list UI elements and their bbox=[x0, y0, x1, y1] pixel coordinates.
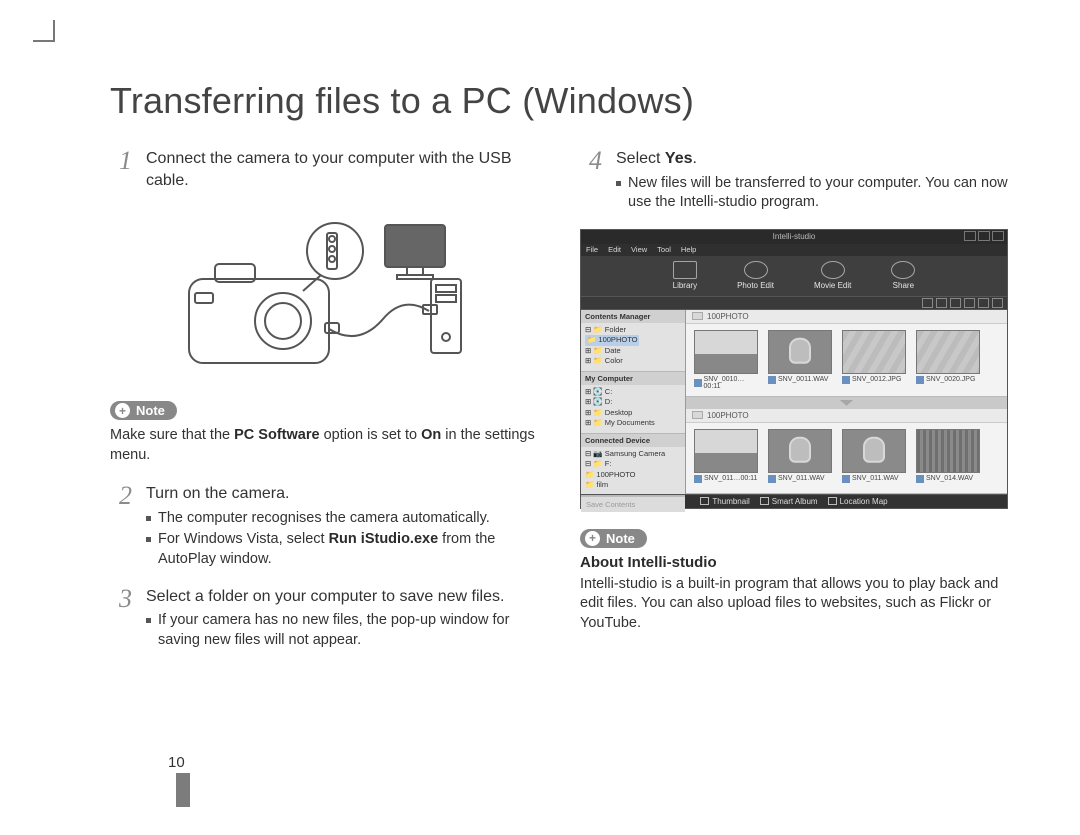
nav-share: Share bbox=[891, 261, 915, 290]
pane-folder: 100PHOTO bbox=[707, 411, 749, 420]
app-title: Intelli-studio bbox=[773, 232, 816, 241]
crop-mark-vertical bbox=[53, 20, 55, 42]
note-pill: + Note bbox=[580, 529, 647, 548]
share-icon bbox=[891, 261, 915, 279]
thumb: SNV_014.WAV bbox=[916, 429, 980, 487]
step-number: 4 bbox=[580, 148, 602, 215]
note-label: Note bbox=[136, 403, 165, 418]
page-title: Transferring files to a PC (Windows) bbox=[110, 80, 1020, 122]
app-menubar: File Edit View Tool Help bbox=[581, 244, 1007, 256]
pane-top: 100PHOTO SNV_0010…00:11 SNV_0011.WAV SNV… bbox=[686, 310, 1007, 397]
content-columns: 1 Connect the camera to your computer wi… bbox=[110, 148, 1020, 666]
right-column: 4 Select Yes. New files will be transfer… bbox=[580, 148, 1010, 666]
page-number: 10 bbox=[168, 754, 185, 771]
plus-icon: + bbox=[585, 531, 600, 546]
thumb: SNV_011.WAV bbox=[768, 429, 832, 487]
pane-bottom: 100PHOTO SNV_011…00:11 SNV_011.WAV SNV_0… bbox=[686, 409, 1007, 494]
menu-file: File bbox=[586, 245, 598, 254]
menu-edit: Edit bbox=[608, 245, 621, 254]
nav-movie-edit: Movie Edit bbox=[814, 261, 851, 290]
page-number-bar bbox=[176, 773, 190, 807]
step-4: 4 Select Yes. New files will be transfer… bbox=[580, 148, 1010, 215]
step-number: 2 bbox=[110, 483, 132, 571]
thumb: SNV_011.WAV bbox=[842, 429, 906, 487]
step-number: 1 bbox=[110, 148, 132, 195]
thumb: SNV_0020.JPG bbox=[916, 330, 980, 390]
left-column: 1 Connect the camera to your computer wi… bbox=[110, 148, 540, 666]
step-3-text: Select a folder on your computer to save… bbox=[146, 586, 540, 608]
pane-folder: 100PHOTO bbox=[707, 312, 749, 321]
step-4-text: Select Yes. bbox=[616, 148, 1010, 170]
side-tree-computer: ⊞ 💽 C: ⊞ 💽 D: ⊞ 📁 Desktop ⊞ 📁 My Documen… bbox=[581, 385, 685, 433]
nav-library: Library bbox=[673, 261, 697, 290]
menu-help: Help bbox=[681, 245, 696, 254]
movie-edit-icon bbox=[821, 261, 845, 279]
step-1-text: Connect the camera to your computer with… bbox=[146, 148, 540, 191]
note-label: Note bbox=[606, 531, 635, 546]
note-2: + Note About Intelli-studio Intelli-stud… bbox=[580, 521, 1010, 634]
side-connected-device: Connected Device bbox=[581, 434, 685, 447]
manual-page: Transferring files to a PC (Windows) 1 C… bbox=[0, 0, 1080, 835]
note-1: + Note Make sure that the PC Software op… bbox=[110, 393, 540, 465]
app-nav: Library Photo Edit Movie Edit Share bbox=[581, 256, 1007, 296]
step-1: 1 Connect the camera to your computer wi… bbox=[110, 148, 540, 195]
app-body: Contents Manager ⊟ 📁 Folder 📁 100PHOTO ⊞… bbox=[581, 310, 1007, 494]
step-2-bullet-2: For Windows Vista, select Run iStudio.ex… bbox=[146, 530, 540, 569]
side-tree-folder: ⊟ 📁 Folder 📁 100PHOTO ⊞ 📁 Date ⊞ 📁 Color bbox=[581, 323, 685, 371]
thumb: SNV_011…00:11 bbox=[694, 429, 758, 487]
menu-view: View bbox=[631, 245, 647, 254]
step-3-bullet-1: If your camera has no new files, the pop… bbox=[146, 611, 540, 650]
crop-mark-horizontal bbox=[33, 40, 55, 42]
note-2-heading: About Intelli-studio bbox=[580, 554, 1010, 571]
step-2-bullet-1: The computer recognises the camera autom… bbox=[146, 509, 540, 529]
note-2-text: Intelli-studio is a built-in program tha… bbox=[580, 575, 1010, 634]
toolbar-icons bbox=[922, 298, 1003, 308]
thumb: SNV_0011.WAV bbox=[768, 330, 832, 390]
nav-photo-edit: Photo Edit bbox=[737, 261, 774, 290]
side-my-computer: My Computer bbox=[581, 372, 685, 385]
thumb: SNV_0010…00:11 bbox=[694, 330, 758, 390]
step-2: 2 Turn on the camera. The computer recog… bbox=[110, 483, 540, 571]
folder-icon bbox=[692, 312, 703, 320]
side-save-contents: Save Contents bbox=[581, 496, 685, 512]
app-titlebar: Intelli-studio bbox=[581, 230, 1007, 244]
step-3: 3 Select a folder on your computer to sa… bbox=[110, 586, 540, 653]
photo-edit-icon bbox=[744, 261, 768, 279]
app-main: 100PHOTO SNV_0010…00:11 SNV_0011.WAV SNV… bbox=[686, 310, 1007, 494]
step-4-bullet-1: New files will be transferred to your co… bbox=[616, 174, 1010, 213]
pane-divider-icon bbox=[686, 397, 1007, 409]
note-1-text: Make sure that the PC Software option is… bbox=[110, 426, 540, 465]
side-contents-manager: Contents Manager bbox=[581, 310, 685, 323]
app-toolbar bbox=[581, 296, 1007, 310]
app-sidebar: Contents Manager ⊟ 📁 Folder 📁 100PHOTO ⊞… bbox=[581, 310, 686, 494]
menu-tool: Tool bbox=[657, 245, 671, 254]
note-pill: + Note bbox=[110, 401, 177, 420]
thumb: SNV_0012.JPG bbox=[842, 330, 906, 390]
side-tree-device: ⊟ 📷 Samsung Camera ⊟ 📁 F: 📁 100PHOTO 📁 f… bbox=[581, 447, 685, 495]
window-buttons bbox=[964, 231, 1004, 241]
folder-icon bbox=[692, 411, 703, 419]
camera-usb-diagram bbox=[175, 209, 475, 379]
library-icon bbox=[673, 261, 697, 279]
step-2-text: Turn on the camera. bbox=[146, 483, 540, 505]
plus-icon: + bbox=[115, 403, 130, 418]
step-number: 3 bbox=[110, 586, 132, 653]
intelli-studio-screenshot: Intelli-studio File Edit View Tool Help … bbox=[580, 229, 1008, 509]
